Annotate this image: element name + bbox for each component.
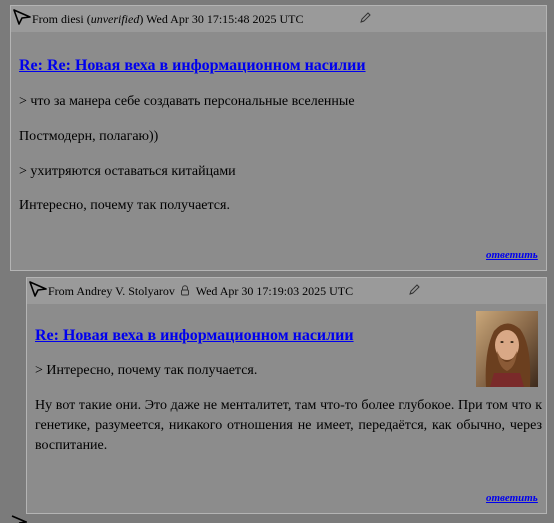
pointer-arrow-icon[interactable] bbox=[29, 281, 47, 297]
comment-subject-link[interactable]: Re: Re: Новая веха в информационном наси… bbox=[19, 57, 366, 75]
author-name[interactable]: Andrey V. Stolyarov bbox=[76, 284, 175, 298]
author-name[interactable]: diesi bbox=[61, 12, 84, 26]
comment-paragraph: > что за манера себе создавать персональ… bbox=[19, 94, 355, 109]
pointer-arrow-icon bbox=[11, 515, 27, 523]
pointer-arrow-icon[interactable] bbox=[13, 9, 31, 25]
comment-card: From diesi (unverified) Wed Apr 30 17:15… bbox=[10, 5, 547, 271]
comment-meta: From Andrey V. Stolyarov Wed Apr 30 17:1… bbox=[48, 284, 353, 298]
author-avatar bbox=[476, 311, 538, 387]
lock-icon bbox=[180, 285, 189, 296]
comment-paragraph: > Интересно, почему так получается. bbox=[35, 363, 258, 378]
comment-paragraph: Постмодерн, полагаю)) bbox=[19, 129, 159, 144]
comment-meta: From diesi (unverified) Wed Apr 30 17:15… bbox=[32, 12, 304, 26]
from-label: From bbox=[32, 12, 59, 26]
comment-paragraph: Ну вот такие они. Это даже не менталитет… bbox=[35, 398, 542, 453]
from-label: From bbox=[48, 284, 75, 298]
comment-date: Wed Apr 30 17:19:03 2025 UTC bbox=[195, 284, 354, 298]
reply-link[interactable]: ответить bbox=[486, 249, 538, 261]
comment-paragraph: Интересно, почему так получается. bbox=[19, 198, 230, 213]
pencil-icon[interactable] bbox=[408, 284, 420, 296]
comment-card: From Andrey V. Stolyarov Wed Apr 30 17:1… bbox=[26, 277, 547, 514]
comment-header: From Andrey V. Stolyarov Wed Apr 30 17:1… bbox=[27, 278, 546, 304]
comment-date: Wed Apr 30 17:15:48 2025 UTC bbox=[146, 12, 304, 26]
comment-header: From diesi (unverified) Wed Apr 30 17:15… bbox=[11, 6, 546, 32]
reply-link[interactable]: ответить bbox=[486, 492, 538, 504]
pencil-icon[interactable] bbox=[359, 12, 371, 24]
comment-subject-link[interactable]: Re: Новая веха в информационном насилии bbox=[35, 327, 354, 345]
comment-paragraph: > ухитряются оставаться китайцами bbox=[19, 164, 236, 179]
author-status: unverified bbox=[90, 12, 140, 26]
